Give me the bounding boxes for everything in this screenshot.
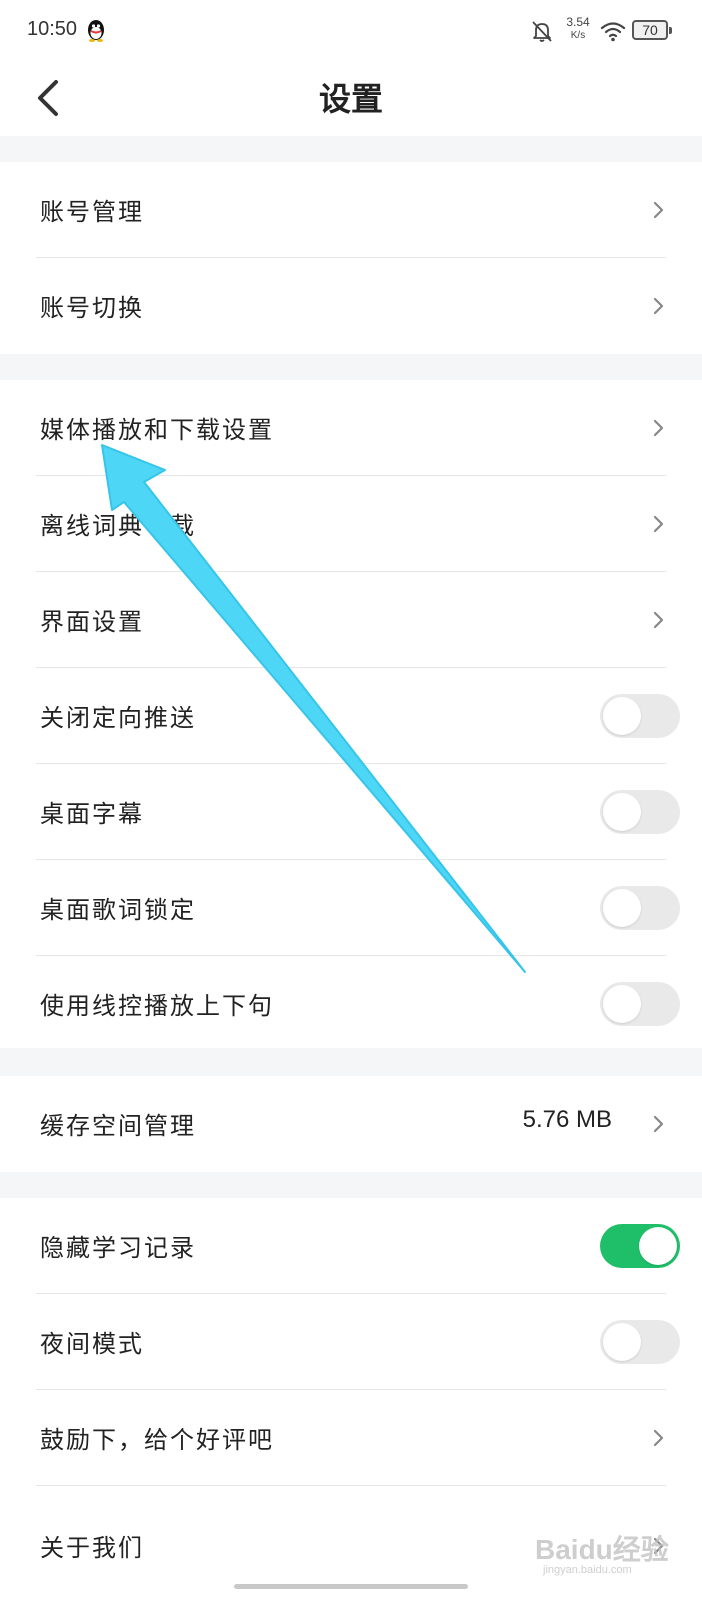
chevron-right-icon xyxy=(653,1429,664,1447)
toggle-knob xyxy=(603,985,641,1023)
section-gap xyxy=(0,1172,702,1198)
desktop-subtitle-toggle[interactable] xyxy=(600,790,680,834)
media-download-settings-row[interactable]: 媒体播放和下载设置 xyxy=(0,380,702,476)
chevron-right-icon xyxy=(653,201,664,219)
row-label: 隐藏学习记录 xyxy=(40,1234,196,1262)
watermark-url: jingyan.baidu.com xyxy=(543,1564,632,1576)
disable-push-row: 关闭定向推送 xyxy=(0,668,702,764)
account-switch-row[interactable]: 账号切换 xyxy=(0,258,702,354)
row-label: 离线词典下载 xyxy=(40,512,196,540)
row-label: 鼓励下，给个好评吧 xyxy=(40,1426,274,1454)
toggle-knob xyxy=(639,1227,677,1265)
baidu-watermark: Baidu经验 jingyan.baidu.com xyxy=(535,1528,685,1588)
night-mode-toggle[interactable] xyxy=(600,1320,680,1364)
toggle-knob xyxy=(603,793,641,831)
desktop-lyrics-lock-toggle[interactable] xyxy=(600,886,680,930)
row-label: 桌面歌词锁定 xyxy=(40,896,196,924)
row-label: 界面设置 xyxy=(40,608,144,636)
page-title: 设置 xyxy=(318,80,383,118)
rate-us-row[interactable]: 鼓励下，给个好评吧 xyxy=(0,1390,702,1486)
bell-off-icon xyxy=(532,21,552,42)
cache-size-value: 5.76 MB xyxy=(522,1106,612,1133)
row-label: 使用线控播放上下句 xyxy=(40,992,274,1020)
qq-penguin-icon xyxy=(88,20,104,42)
hide-history-toggle[interactable] xyxy=(600,1224,680,1268)
interface-settings-row[interactable]: 界面设置 xyxy=(0,572,702,668)
chevron-right-icon xyxy=(653,515,664,533)
status-time: 10:50 xyxy=(27,18,78,40)
row-label: 账号切换 xyxy=(40,294,144,322)
network-speed: 3.54 K/s xyxy=(563,15,593,43)
desktop-lyrics-lock-row: 桌面歌词锁定 xyxy=(0,860,702,956)
row-label: 桌面字幕 xyxy=(40,800,144,828)
row-label: 关于我们 xyxy=(40,1534,144,1562)
chevron-right-icon xyxy=(653,1115,664,1133)
section-gap xyxy=(0,352,702,380)
hide-history-row: 隐藏学习记录 xyxy=(0,1198,702,1294)
nav-bar: 设置 xyxy=(0,62,702,136)
chevron-right-icon xyxy=(653,419,664,437)
wifi-icon xyxy=(600,22,626,42)
disable-push-toggle[interactable] xyxy=(600,694,680,738)
cache-space-row[interactable]: 缓存空间管理 5.76 MB xyxy=(0,1076,702,1172)
network-speed-value: 3.54 xyxy=(566,15,590,29)
toggle-knob xyxy=(603,1323,641,1361)
row-label: 账号管理 xyxy=(40,198,144,226)
row-label: 缓存空间管理 xyxy=(40,1112,196,1140)
chevron-right-icon xyxy=(653,611,664,629)
home-indicator[interactable] xyxy=(234,1584,468,1589)
wired-control-row: 使用线控播放上下句 xyxy=(0,956,702,1048)
section-gap xyxy=(0,1048,702,1076)
desktop-subtitle-row: 桌面字幕 xyxy=(0,764,702,860)
section-gap xyxy=(0,136,702,162)
row-label: 关闭定向推送 xyxy=(40,704,196,732)
offline-dictionary-row[interactable]: 离线词典下载 xyxy=(0,476,702,572)
status-bar: 10:50 3.54 K/s 70 xyxy=(0,0,702,62)
row-label: 夜间模式 xyxy=(40,1330,144,1358)
battery-icon: 70 xyxy=(632,20,672,40)
watermark-brand: Baidu经验 xyxy=(535,1534,669,1565)
network-speed-unit: K/s xyxy=(570,30,586,41)
chevron-right-icon xyxy=(653,297,664,315)
night-mode-row: 夜间模式 xyxy=(0,1294,702,1390)
toggle-knob xyxy=(603,889,641,927)
wired-control-toggle[interactable] xyxy=(600,982,680,1026)
toggle-knob xyxy=(603,697,641,735)
account-manage-row[interactable]: 账号管理 xyxy=(0,162,702,258)
row-label: 媒体播放和下载设置 xyxy=(40,416,274,444)
